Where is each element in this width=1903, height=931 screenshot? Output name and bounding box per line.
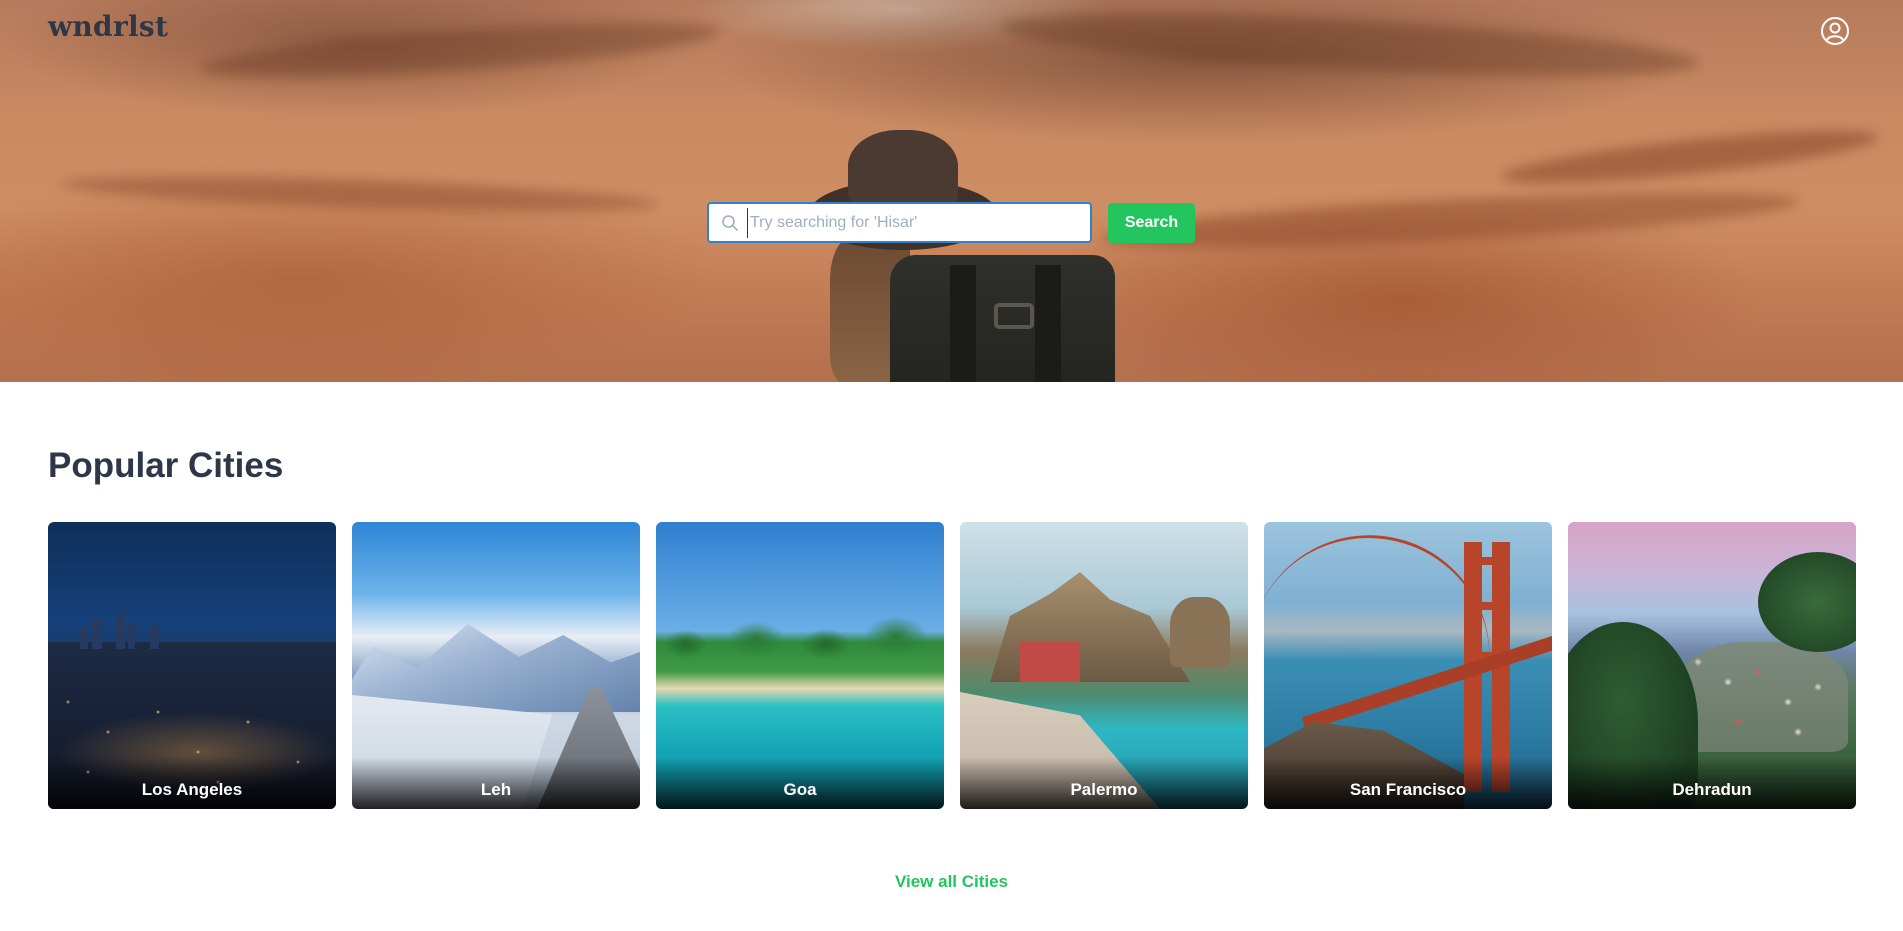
city-card-leh[interactable]: Leh	[352, 522, 640, 809]
palm-trees	[656, 614, 944, 684]
city-name: Leh	[352, 757, 640, 809]
skyscraper	[116, 613, 125, 649]
skyscraper	[80, 627, 88, 649]
search-bar	[707, 202, 1092, 243]
hero-banner: wndrlst Search	[0, 0, 1903, 382]
skyscraper	[150, 625, 159, 649]
city-name: Goa	[656, 757, 944, 809]
city-card-los-angeles[interactable]: Los Angeles	[48, 522, 336, 809]
hero-traveler-illustration	[790, 125, 1130, 382]
city-card-palermo[interactable]: Palermo	[960, 522, 1248, 809]
hero-background-ridge	[1499, 120, 1881, 194]
search-icon	[721, 214, 739, 232]
bridge-crossbeam	[1464, 557, 1510, 565]
sea-stack	[1170, 597, 1230, 667]
site-logo[interactable]: wndrlst	[48, 10, 168, 43]
hero-background-ridge	[999, 1, 1701, 89]
skyscraper	[128, 623, 135, 649]
search-button[interactable]: Search	[1108, 203, 1195, 243]
bridge-crossbeam	[1464, 602, 1510, 610]
popular-cities-title: Popular Cities	[48, 446, 284, 485]
skyscraper	[92, 619, 102, 649]
traveler-hat-crown	[848, 130, 958, 210]
hero-background-ridge	[59, 169, 661, 219]
user-circle-icon[interactable]	[1820, 16, 1850, 46]
view-all-container: View all Cities	[0, 872, 1903, 892]
city-name: Dehradun	[1568, 757, 1856, 809]
search-input[interactable]	[747, 207, 1077, 238]
user-circle-icon-svg	[1821, 17, 1849, 45]
tree	[1758, 552, 1856, 652]
backpack-strap	[950, 265, 976, 382]
city-card-list: Los Angeles Leh Goa Palermo San Francisc…	[48, 522, 1856, 809]
city-card-goa[interactable]: Goa	[656, 522, 944, 809]
city-name: San Francisco	[1264, 757, 1552, 809]
hillside-town	[1678, 642, 1848, 752]
hero-background-ridge	[1099, 181, 1801, 259]
city-card-san-francisco[interactable]: San Francisco	[1264, 522, 1552, 809]
backpack-strap	[1035, 265, 1061, 382]
city-card-dehradun[interactable]: Dehradun	[1568, 522, 1856, 809]
red-house	[1020, 642, 1080, 682]
hero-background-ridge	[199, 11, 721, 89]
city-name: Los Angeles	[48, 757, 336, 809]
city-name: Palermo	[960, 757, 1248, 809]
view-all-cities-link[interactable]: View all Cities	[895, 872, 1008, 891]
backpack-buckle	[994, 303, 1034, 329]
